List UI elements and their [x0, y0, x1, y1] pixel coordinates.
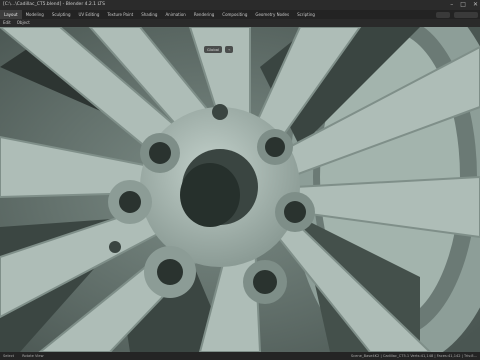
- tab-uv-editing[interactable]: UV Editing: [75, 10, 104, 19]
- status-rotate-hint: Rotate View: [22, 354, 44, 358]
- 3d-viewport[interactable]: Global ⌁: [0, 27, 480, 352]
- snap-toggle[interactable]: ⌁: [225, 46, 234, 53]
- maximize-button[interactable]: □: [460, 0, 466, 10]
- tab-shading[interactable]: Shading: [137, 10, 161, 19]
- close-button[interactable]: ✕: [473, 0, 478, 10]
- viewport-header: Edit Object: [0, 19, 480, 27]
- minimize-button[interactable]: –: [450, 0, 453, 10]
- viewport-transform-controls: Global ⌁: [204, 46, 234, 53]
- tab-compositing[interactable]: Compositing: [218, 10, 251, 19]
- tab-modeling[interactable]: Modeling: [22, 10, 48, 19]
- wheel-render: [0, 27, 480, 352]
- scene-selector[interactable]: [436, 11, 450, 18]
- tab-animation[interactable]: Animation: [161, 10, 189, 19]
- tab-scripting[interactable]: Scripting: [293, 10, 319, 19]
- menu-object[interactable]: Object: [14, 19, 33, 27]
- transform-orientation-dropdown[interactable]: Global: [204, 46, 223, 53]
- status-bar: Select Rotate View Scene_Base4K2 | Cadil…: [0, 352, 480, 360]
- window-title: [C:\...\Cadillac_CT5.blend] - Blender 4.…: [3, 2, 105, 7]
- view-layer-selector[interactable]: [454, 11, 478, 18]
- tab-sculpting[interactable]: Sculpting: [48, 10, 75, 19]
- status-select-hint: Select: [3, 354, 15, 358]
- tab-rendering[interactable]: Rendering: [190, 10, 218, 19]
- window-title-bar: [C:\...\Cadillac_CT5.blend] - Blender 4.…: [0, 0, 480, 10]
- tab-texture-paint[interactable]: Texture Paint: [103, 10, 137, 19]
- workspace-tabs-bar: Layout Modeling Sculpting UV Editing Tex…: [0, 10, 480, 19]
- window-controls: – □ ✕: [450, 0, 478, 10]
- tab-geometry-nodes[interactable]: Geometry Nodes: [251, 10, 293, 19]
- center-bore-inner: [180, 163, 240, 227]
- scene-statistics: Scene_Base4K2 | Cadillac_CT5.1 Verts:41,…: [350, 354, 477, 358]
- top-right-controls: [436, 10, 478, 19]
- tab-layout[interactable]: Layout: [0, 10, 22, 19]
- menu-edit[interactable]: Edit: [0, 19, 14, 27]
